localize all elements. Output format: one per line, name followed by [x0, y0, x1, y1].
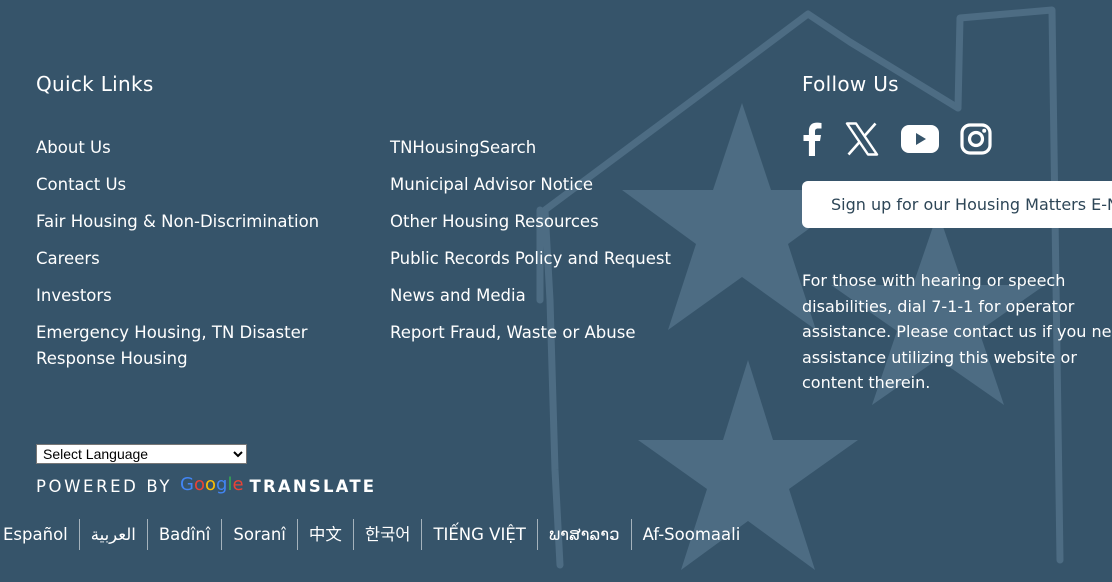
list-item: Investors	[36, 283, 336, 309]
language-link-chinese[interactable]: 中文	[296, 519, 353, 550]
google-logo[interactable]: Google	[180, 474, 244, 495]
youtube-icon[interactable]	[901, 125, 939, 153]
instagram-icon[interactable]	[960, 123, 992, 155]
language-link-lao[interactable]: ພາສາລາວ	[536, 519, 631, 550]
link-public-records[interactable]: Public Records Policy and Request	[390, 249, 671, 268]
language-link-spanish[interactable]: Español	[3, 519, 79, 550]
language-links: Español العربية Badînî Soranî 中文 한국어 TIẾ…	[3, 519, 751, 550]
translate-label: TRANSLATE	[249, 477, 377, 496]
powered-by-label: POWERED BY	[36, 477, 173, 496]
link-careers[interactable]: Careers	[36, 249, 100, 268]
link-emergency-housing[interactable]: Emergency Housing, TN Disaster Response …	[36, 323, 308, 368]
list-item: Other Housing Resources	[390, 209, 750, 235]
language-link-badini[interactable]: Badînî	[146, 519, 222, 550]
list-item: TNHousingSearch	[390, 135, 750, 161]
list-item: Municipal Advisor Notice	[390, 172, 750, 198]
facebook-icon[interactable]	[802, 122, 822, 156]
newsletter-signup-button[interactable]: Sign up for our Housing Matters E-Newsle…	[802, 181, 1112, 228]
list-item: Contact Us	[36, 172, 336, 198]
list-item: Fair Housing & Non-Discrimination	[36, 209, 336, 235]
language-link-somali[interactable]: Af-Soomaali	[630, 519, 752, 550]
quick-links-heading: Quick Links	[36, 72, 154, 96]
quick-links-column-2: TNHousingSearch Municipal Advisor Notice…	[390, 135, 750, 357]
powered-by-google-translate: POWERED BY Google TRANSLATE	[36, 474, 377, 497]
language-link-vietnamese[interactable]: TIẾNG VIỆT	[421, 519, 536, 550]
language-link-korean[interactable]: 한국어	[352, 519, 422, 550]
link-contact-us[interactable]: Contact Us	[36, 175, 126, 194]
link-municipal-advisor-notice[interactable]: Municipal Advisor Notice	[390, 175, 593, 194]
link-report-fraud[interactable]: Report Fraud, Waste or Abuse	[390, 323, 635, 342]
link-other-housing-resources[interactable]: Other Housing Resources	[390, 212, 599, 231]
link-about-us[interactable]: About Us	[36, 138, 111, 157]
list-item: Emergency Housing, TN Disaster Response …	[36, 320, 336, 372]
social-icons	[802, 122, 992, 156]
language-link-arabic[interactable]: العربية	[78, 519, 147, 550]
link-investors[interactable]: Investors	[36, 286, 112, 305]
link-fair-housing[interactable]: Fair Housing & Non-Discrimination	[36, 212, 319, 231]
language-select[interactable]: Select Language	[36, 444, 247, 464]
list-item: About Us	[36, 135, 336, 161]
list-item: Report Fraud, Waste or Abuse	[390, 320, 750, 346]
list-item: News and Media	[390, 283, 750, 309]
language-link-sorani[interactable]: Soranî	[221, 519, 297, 550]
accessibility-notice: For those with hearing or speech disabil…	[802, 271, 1112, 392]
quick-links-column-1: About Us Contact Us Fair Housing & Non-D…	[36, 135, 336, 383]
x-twitter-icon[interactable]	[845, 122, 879, 156]
list-item: Careers	[36, 246, 336, 272]
link-news-and-media[interactable]: News and Media	[390, 286, 526, 305]
list-item: Public Records Policy and Request	[390, 246, 750, 272]
link-tnhousingsearch[interactable]: TNHousingSearch	[390, 138, 536, 157]
follow-us-heading: Follow Us	[802, 72, 899, 96]
